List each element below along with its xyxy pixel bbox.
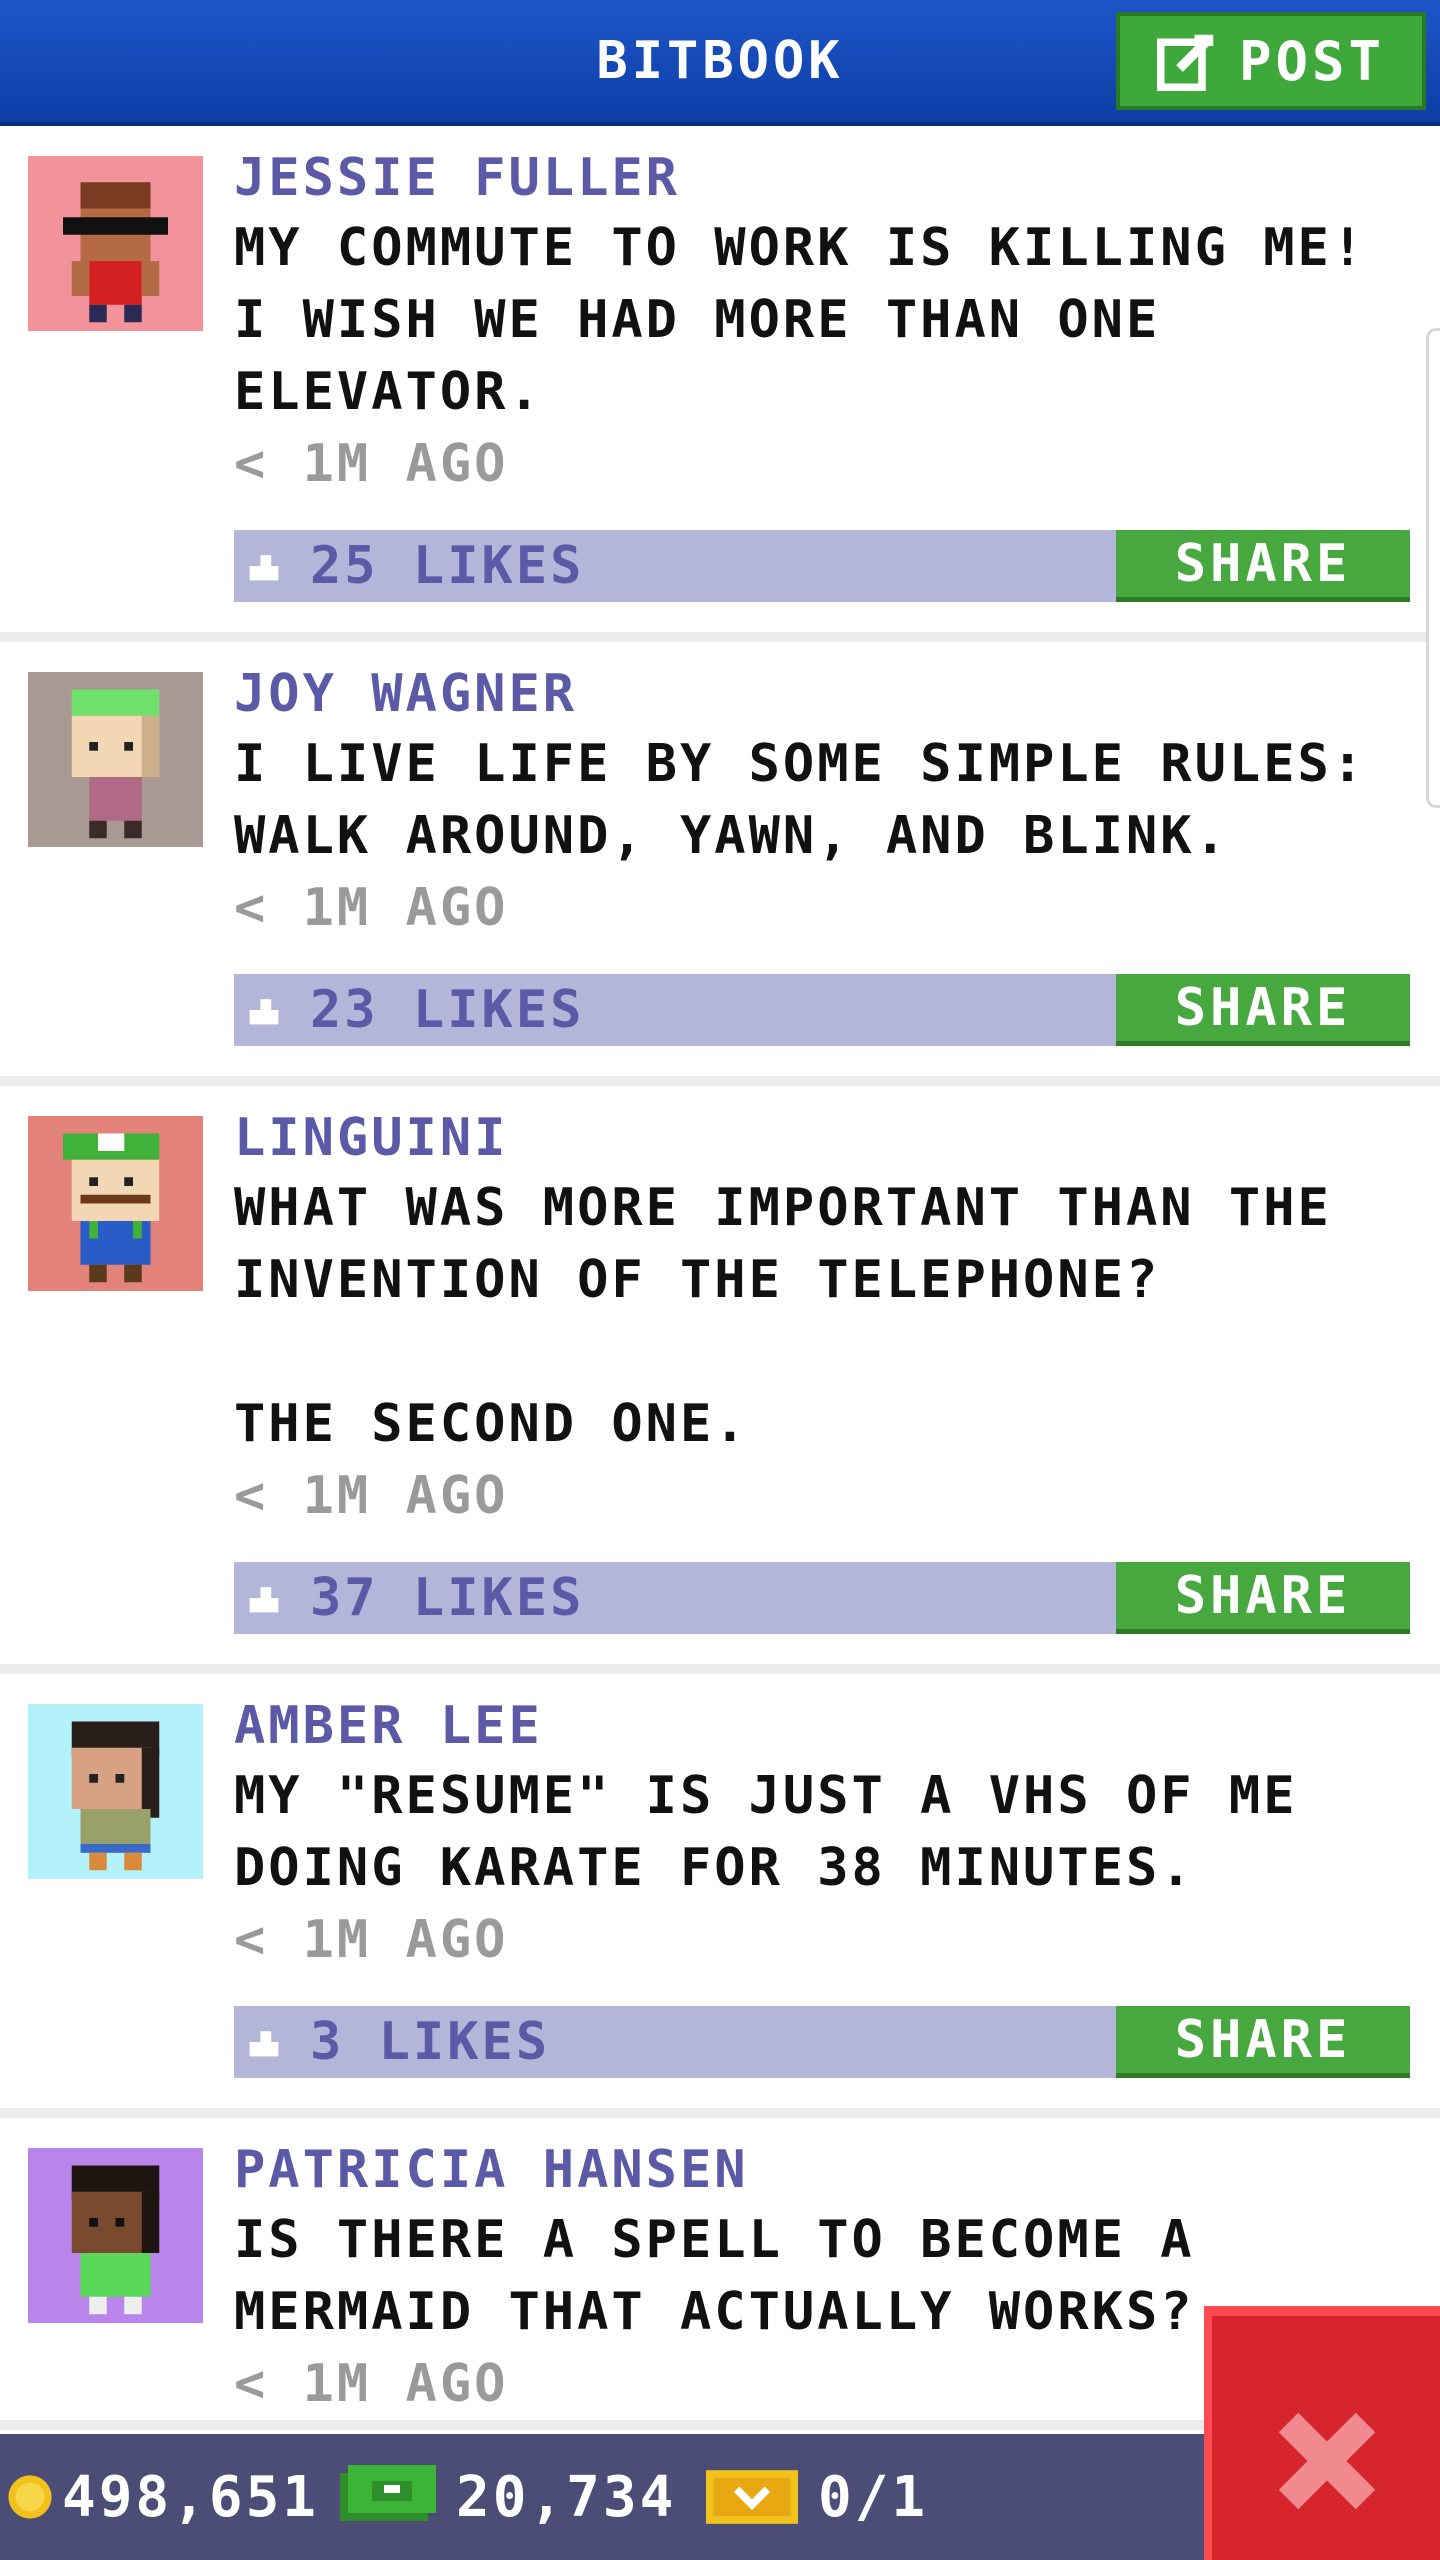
share-button[interactable]: SHARE bbox=[1116, 1562, 1410, 1634]
post-timestamp: < 1M AGO bbox=[234, 878, 509, 938]
likes-bar: 25 LIKES SHARE bbox=[234, 530, 1410, 602]
likes-bar: 37 LIKES SHARE bbox=[234, 1562, 1410, 1634]
post-timestamp: < 1M AGO bbox=[234, 1910, 509, 1970]
feed-post: AMBER LEE MY "RESUME" IS JUST A VHS OF M… bbox=[0, 1674, 1440, 2118]
post-button[interactable]: POST bbox=[1116, 12, 1426, 110]
likes-bar: 3 LIKES SHARE bbox=[234, 2006, 1410, 2078]
coins-display: 498,651 bbox=[6, 2434, 319, 2560]
tickets-display: 0/1 bbox=[706, 2434, 928, 2560]
post-timestamp: < 1M AGO bbox=[234, 434, 509, 494]
feed-post: JOY WAGNER I LIVE LIFE BY SOME SIMPLE RU… bbox=[0, 642, 1440, 1086]
post-author[interactable]: JESSIE FULLER bbox=[234, 144, 1420, 212]
likes-count: 3 LIKES bbox=[310, 2012, 551, 2072]
post-author[interactable]: PATRICIA HANSEN bbox=[234, 2136, 1420, 2204]
bux-display: 20,734 bbox=[340, 2434, 676, 2560]
feed-post: JESSIE FULLER MY COMMUTE TO WORK IS KILL… bbox=[0, 126, 1440, 642]
likes-bar: 23 LIKES SHARE bbox=[234, 974, 1410, 1046]
avatar[interactable] bbox=[28, 672, 203, 847]
post-author[interactable]: AMBER LEE bbox=[234, 1692, 1420, 1760]
post-text: WHAT WAS MORE IMPORTANT THAN THE INVENTI… bbox=[234, 1178, 1332, 1454]
avatar[interactable] bbox=[28, 1704, 203, 1879]
thumbs-up-icon[interactable] bbox=[246, 548, 282, 584]
bux-count: 20,734 bbox=[456, 2464, 677, 2530]
feed-post: LINGUINI WHAT WAS MORE IMPORTANT THAN TH… bbox=[0, 1086, 1440, 1674]
thumbs-up-icon[interactable] bbox=[246, 1580, 282, 1616]
share-button[interactable]: SHARE bbox=[1116, 530, 1410, 602]
close-button[interactable] bbox=[1204, 2306, 1440, 2560]
thumbs-up-icon[interactable] bbox=[246, 2024, 282, 2060]
post-author[interactable]: LINGUINI bbox=[234, 1104, 1420, 1172]
coins-count: 498,651 bbox=[62, 2464, 320, 2530]
likes-count: 23 LIKES bbox=[310, 980, 585, 1040]
feed: JESSIE FULLER MY COMMUTE TO WORK IS KILL… bbox=[0, 126, 1440, 2430]
post-text: I LIVE LIFE BY SOME SIMPLE RULES: WALK A… bbox=[234, 734, 1401, 866]
tickets-count: 0/1 bbox=[818, 2464, 929, 2530]
golden-ticket-icon bbox=[706, 2470, 798, 2524]
share-button[interactable]: SHARE bbox=[1116, 974, 1410, 1046]
post-text: MY COMMUTE TO WORK IS KILLING ME! I WISH… bbox=[234, 218, 1401, 422]
app-header: BITBOOK POST bbox=[0, 0, 1440, 126]
scroll-handle[interactable] bbox=[1426, 328, 1440, 808]
close-icon bbox=[1278, 2412, 1376, 2510]
bux-icon bbox=[340, 2465, 436, 2521]
avatar[interactable] bbox=[28, 1116, 203, 1291]
thumbs-up-icon[interactable] bbox=[246, 992, 282, 1028]
avatar[interactable] bbox=[28, 2148, 203, 2323]
likes-count: 37 LIKES bbox=[310, 1568, 585, 1628]
post-button-label: POST bbox=[1238, 29, 1386, 93]
share-button[interactable]: SHARE bbox=[1116, 2006, 1410, 2078]
coin-icon bbox=[8, 2475, 52, 2519]
avatar[interactable] bbox=[28, 156, 203, 331]
edit-icon bbox=[1156, 34, 1214, 91]
post-timestamp: < 1M AGO bbox=[234, 1466, 509, 1526]
post-text: MY "RESUME" IS JUST A VHS OF ME DOING KA… bbox=[234, 1766, 1332, 1898]
likes-count: 25 LIKES bbox=[310, 536, 585, 596]
post-author[interactable]: JOY WAGNER bbox=[234, 660, 1420, 728]
